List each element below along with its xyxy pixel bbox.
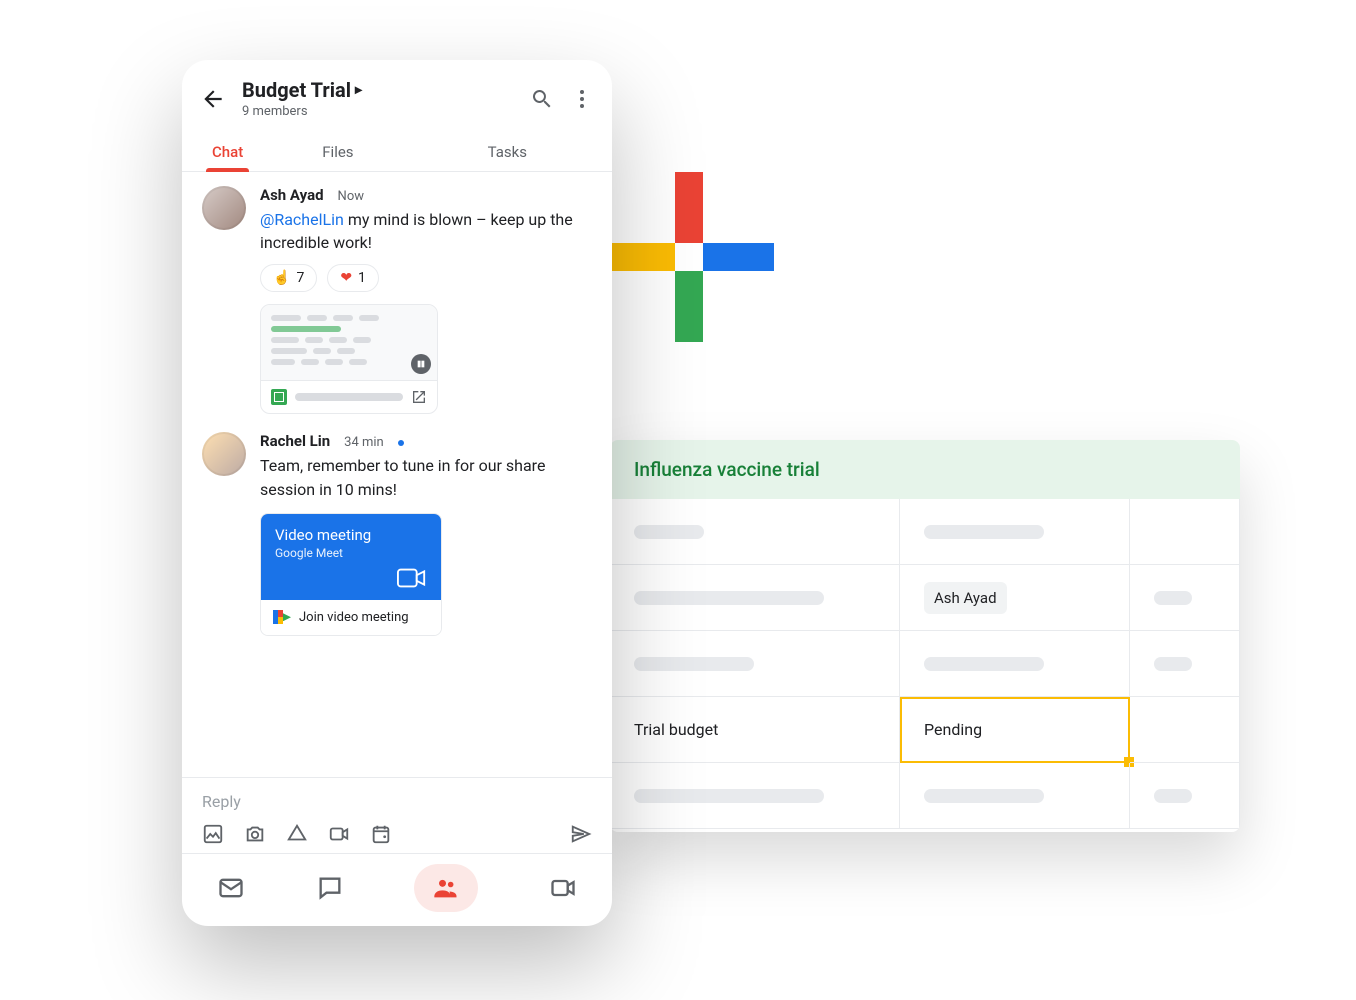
unread-dot-icon: [398, 440, 404, 446]
attachment-name-placeholder: [295, 393, 403, 401]
google-plus-decoration: [604, 172, 774, 342]
sheet-cell[interactable]: [900, 763, 1130, 829]
search-icon[interactable]: [530, 87, 554, 111]
sheet-cell[interactable]: [1130, 565, 1240, 631]
more-vert-icon[interactable]: [570, 87, 594, 111]
reply-input[interactable]: Reply: [202, 792, 592, 811]
tab-files[interactable]: Files: [253, 133, 422, 171]
sheet-cell[interactable]: [610, 565, 900, 631]
video-icon[interactable]: [328, 823, 350, 845]
sheet-cell[interactable]: [1130, 697, 1240, 763]
tab-tasks[interactable]: Tasks: [423, 133, 592, 171]
join-meeting-button[interactable]: Join video meeting: [261, 600, 441, 635]
message-time: Now: [338, 189, 364, 204]
avatar[interactable]: [202, 186, 246, 230]
meet-card-subtitle: Google Meet: [275, 546, 427, 560]
sheet-cell[interactable]: Ash Ayad: [900, 565, 1130, 631]
spreadsheet-panel: Influenza vaccine trial Ash Ayad Trial b…: [610, 440, 1240, 832]
room-title[interactable]: Budget Trial ▸: [242, 78, 514, 102]
message-time: 34 min: [344, 435, 384, 450]
send-icon[interactable]: [570, 823, 592, 845]
heart-icon: ❤: [340, 270, 352, 286]
sheets-icon: [271, 389, 287, 405]
open-external-icon[interactable]: [411, 389, 427, 405]
chat-header: Budget Trial ▸ 9 members: [182, 60, 612, 125]
google-meet-icon: [273, 610, 291, 624]
camera-icon[interactable]: [244, 823, 266, 845]
sheet-cell[interactable]: [610, 631, 900, 697]
join-meeting-label: Join video meeting: [299, 610, 409, 625]
reply-bar: Reply: [182, 777, 612, 853]
chat-phone-mockup: Budget Trial ▸ 9 members Chat Files Task…: [182, 60, 612, 926]
back-arrow-icon[interactable]: [200, 86, 226, 112]
sheet-title: Influenza vaccine trial: [610, 440, 1240, 499]
sheet-cell[interactable]: [610, 499, 900, 565]
room-subtitle: 9 members: [242, 104, 514, 119]
drive-icon[interactable]: [286, 823, 308, 845]
avatar[interactable]: [202, 432, 246, 476]
sheet-cell[interactable]: Trial budget: [610, 697, 900, 763]
message-text: Team, remember to tune in for our share …: [260, 454, 592, 500]
chevron-right-icon: ▸: [355, 82, 362, 98]
image-icon[interactable]: [202, 823, 224, 845]
message-list[interactable]: Ash Ayad Now @RachelLin my mind is blown…: [182, 172, 612, 777]
point-up-icon: ☝️: [273, 270, 290, 286]
cell-text: Pending: [924, 720, 982, 739]
people-icon: [432, 874, 460, 902]
reaction-point[interactable]: ☝️ 7: [260, 264, 317, 292]
sheet-selected-cell[interactable]: Pending: [900, 697, 1130, 763]
nav-mail-icon[interactable]: [217, 874, 245, 902]
reaction-count: 1: [358, 270, 366, 286]
message-text: @RachelLin my mind is blown – keep up th…: [260, 208, 592, 254]
tab-chat[interactable]: Chat: [202, 133, 253, 171]
sheet-cell[interactable]: [1130, 763, 1240, 829]
assignee-chip[interactable]: Ash Ayad: [924, 582, 1007, 614]
message-author: Rachel Lin: [260, 432, 330, 450]
sheet-cell[interactable]: [1130, 499, 1240, 565]
sheet-cell[interactable]: [610, 763, 900, 829]
reaction-heart[interactable]: ❤ 1: [327, 264, 379, 292]
message: Ash Ayad Now @RachelLin my mind is blown…: [202, 186, 592, 414]
mention[interactable]: @RachelLin: [260, 210, 344, 229]
sheet-grid: Ash Ayad Trial budget Pending: [610, 499, 1240, 829]
message: Rachel Lin 34 min Team, remember to tune…: [202, 432, 592, 635]
sheet-cell[interactable]: [900, 631, 1130, 697]
attachment-badge-icon: [411, 354, 431, 374]
room-title-text: Budget Trial: [242, 78, 351, 102]
nav-spaces-active[interactable]: [414, 864, 478, 912]
meet-card-title: Video meeting: [275, 526, 427, 544]
sheet-cell[interactable]: [900, 499, 1130, 565]
nav-chat-icon[interactable]: [316, 874, 344, 902]
sheet-attachment[interactable]: [260, 304, 438, 414]
attachment-preview: [261, 305, 437, 380]
cell-text: Trial budget: [634, 720, 718, 739]
bottom-nav: [182, 853, 612, 926]
chat-tabs: Chat Files Tasks: [182, 125, 612, 172]
meet-card[interactable]: Video meeting Google Meet Join video mee…: [260, 513, 442, 636]
video-camera-icon: [275, 566, 427, 590]
nav-meet-icon[interactable]: [549, 874, 577, 902]
message-author: Ash Ayad: [260, 186, 324, 204]
sheet-cell[interactable]: [1130, 631, 1240, 697]
reaction-count: 7: [296, 270, 304, 286]
calendar-icon[interactable]: [370, 823, 392, 845]
